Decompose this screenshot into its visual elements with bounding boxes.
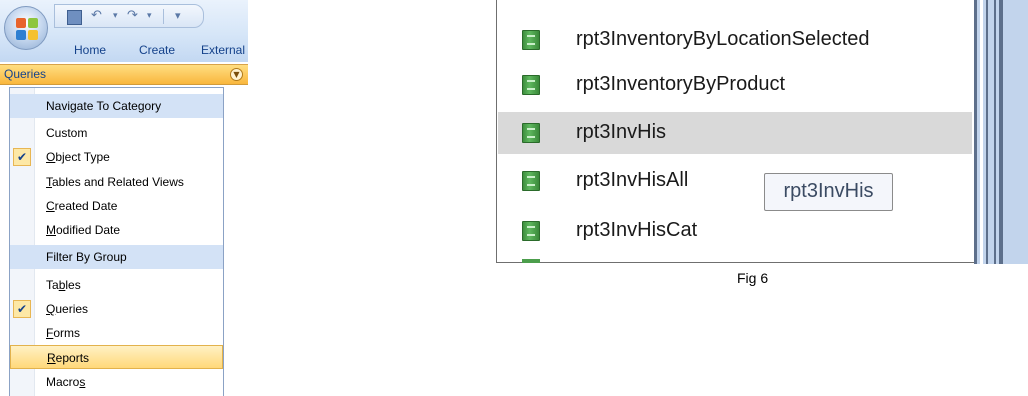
report-icon xyxy=(522,221,540,241)
menu-item-forms[interactable]: Forms xyxy=(10,321,223,345)
save-icon[interactable] xyxy=(67,10,82,25)
office-button[interactable] xyxy=(4,6,48,50)
tab-home[interactable]: Home xyxy=(74,43,106,57)
checkmark-icon: ✔ xyxy=(13,300,31,318)
undo-dropdown-icon[interactable]: ▾ xyxy=(113,8,118,24)
menu-item-label: Macros xyxy=(46,375,86,389)
menu-item-label: Forms xyxy=(46,326,81,340)
report-name: rpt3InvHis xyxy=(576,121,667,143)
menu-header-label: Navigate To Category xyxy=(46,99,162,113)
report-name: rpt3InvHisCat xyxy=(576,219,698,241)
menu-item-label: Object Type xyxy=(46,150,110,164)
nav-pane-category-title: Queries xyxy=(4,67,47,81)
menu-item-tables-related-views[interactable]: Tables and Related Views xyxy=(10,170,223,194)
menu-header-navigate: Navigate To Category xyxy=(10,94,223,118)
window-frame-edge xyxy=(974,0,1028,264)
list-item-report[interactable]: rpt3InvHisCat xyxy=(498,210,972,252)
tab-external[interactable]: External xyxy=(201,43,245,57)
redo-dropdown-icon[interactable]: ▾ xyxy=(147,8,152,24)
list-item-report[interactable]: rpt3InventoryByProduct xyxy=(498,64,972,106)
report-name: rpt3InventoryByLocationSelected xyxy=(576,28,870,50)
chevron-down-icon[interactable]: ▼ xyxy=(230,68,243,81)
report-icon-partial xyxy=(522,259,540,263)
list-item-report-selected[interactable]: rpt3InvHis xyxy=(498,112,972,154)
menu-item-label: Custom xyxy=(46,126,88,140)
menu-item-macros[interactable]: Macros xyxy=(10,370,223,394)
menu-item-created-date[interactable]: Created Date xyxy=(10,194,223,218)
menu-header-filter: Filter By Group xyxy=(10,245,223,269)
redo-icon[interactable]: ↷ xyxy=(127,8,138,24)
ribbon: ↶ ▾ ↷ ▾ ▾ Home Create External xyxy=(0,0,248,62)
report-icon xyxy=(522,123,540,143)
nav-pane-category-bar[interactable]: Queries ▼ xyxy=(0,64,248,85)
menu-header-label: Filter By Group xyxy=(46,250,127,264)
tab-create[interactable]: Create xyxy=(139,43,175,57)
tooltip: rpt3InvHis xyxy=(764,173,893,211)
nav-pane-menu: Navigate To Category Custom ✔ Object Typ… xyxy=(9,87,224,396)
menu-item-label: Modified Date xyxy=(46,223,121,237)
office-logo-icon xyxy=(16,18,38,40)
reports-list: rpt3InventoryByLocationSelected rpt3Inve… xyxy=(496,0,976,263)
menu-item-custom[interactable]: Custom xyxy=(10,121,223,145)
list-item-report[interactable]: rpt3InvHisAll xyxy=(498,160,972,202)
customize-qat-icon[interactable]: ▾ xyxy=(175,8,181,24)
menu-item-label: Created Date xyxy=(46,199,118,213)
report-name: rpt3InventoryByProduct xyxy=(576,73,785,95)
menu-item-reports[interactable]: Reports xyxy=(10,345,223,369)
qat-separator xyxy=(163,9,164,24)
report-icon xyxy=(522,75,540,95)
list-item-report[interactable]: rpt3InventoryByLocationSelected xyxy=(498,19,972,61)
quick-access-toolbar: ↶ ▾ ↷ ▾ ▾ xyxy=(54,4,204,28)
menu-item-object-type[interactable]: ✔ Object Type xyxy=(10,145,223,169)
reports-list-panel: rpt3InventoryByLocationSelected rpt3Inve… xyxy=(496,0,1028,264)
menu-item-label: Reports xyxy=(47,351,90,365)
menu-item-label: Queries xyxy=(46,302,89,316)
menu-item-label: Tables xyxy=(46,278,81,292)
report-icon xyxy=(522,30,540,50)
undo-icon[interactable]: ↶ xyxy=(91,8,102,24)
access-navigation-pane: ↶ ▾ ↷ ▾ ▾ Home Create External Queries ▼… xyxy=(0,0,252,396)
menu-item-modified-date[interactable]: Modified Date xyxy=(10,218,223,242)
menu-item-label: Tables and Related Views xyxy=(46,175,184,189)
checkmark-icon: ✔ xyxy=(13,148,31,166)
report-icon xyxy=(522,171,540,191)
menu-item-queries[interactable]: ✔ Queries xyxy=(10,297,223,321)
menu-item-tables[interactable]: Tables xyxy=(10,273,223,297)
report-name: rpt3InvHisAll xyxy=(576,169,689,191)
figure-caption: Fig 6 xyxy=(737,270,769,286)
